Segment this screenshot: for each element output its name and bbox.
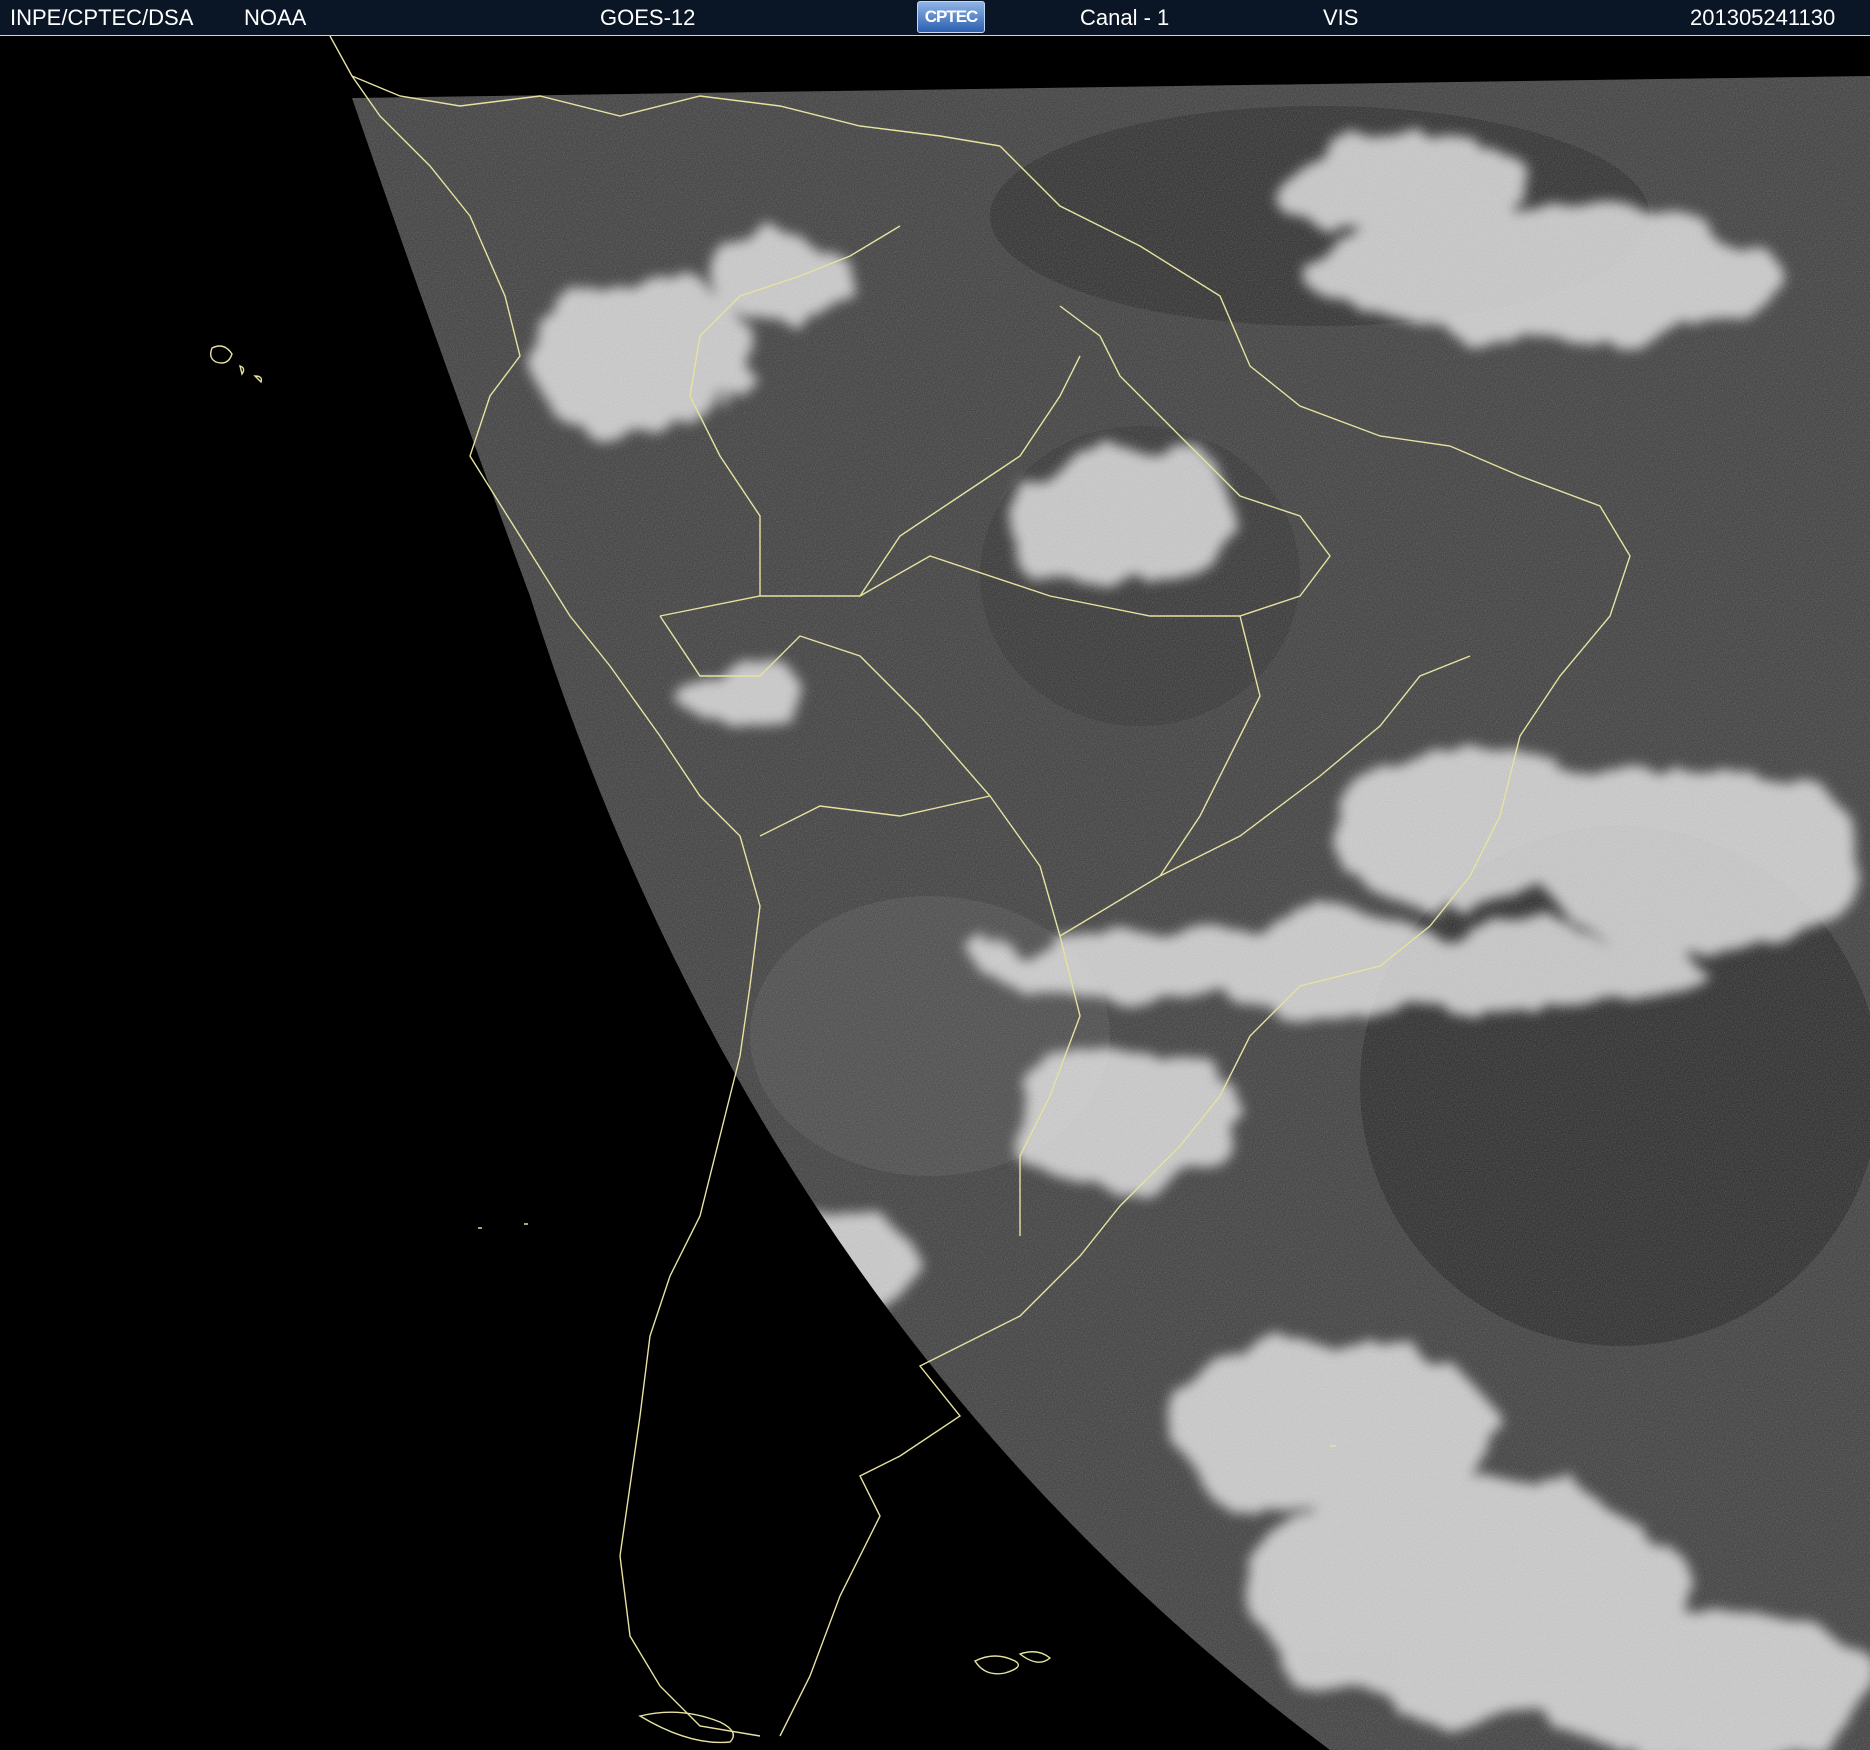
agency-label: INPE/CPTEC/DSA: [10, 5, 194, 30]
satellite-scene: [209, 36, 1870, 1750]
timestamp-label: 201305241130: [1690, 5, 1836, 30]
operator-label: NOAA: [244, 5, 307, 30]
image-header-bar: INPE/CPTEC/DSA NOAA GOES-12 CPTEC Canal …: [0, 0, 1870, 36]
satellite-label: GOES-12: [600, 5, 696, 30]
earth-disk: [352, 76, 1870, 1750]
satellite-image: [0, 36, 1870, 1750]
band-label: VIS: [1323, 5, 1359, 30]
channel-label: Canal - 1: [1080, 5, 1170, 30]
cptec-logo-icon: CPTEC: [917, 1, 985, 33]
